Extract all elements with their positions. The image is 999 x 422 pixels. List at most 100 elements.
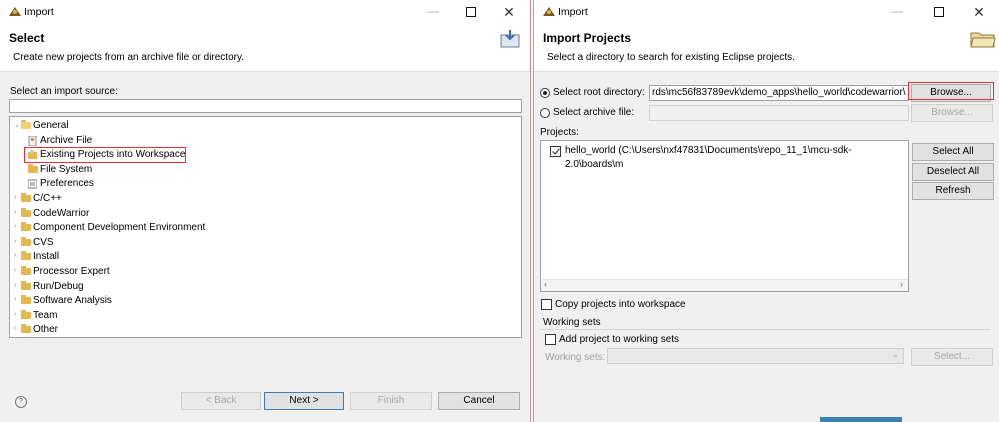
eclipse-import-icon [9,7,21,16]
collapse-chevron-icon[interactable]: › [14,296,16,303]
page-title: Import Projects [543,31,632,45]
window-title: Import [24,6,54,18]
minimize-button[interactable]: — [424,4,442,20]
tree-item[interactable]: ⌄ General [10,119,510,133]
title-bar: Import — ✕ [534,0,999,24]
root-directory-radio[interactable] [540,88,550,98]
expand-chevron-icon[interactable]: ⌄ [14,121,20,129]
add-working-sets-checkbox[interactable] [545,334,556,345]
archive-browse-button[interactable]: Browse... [911,104,993,122]
project-checkbox[interactable] [550,146,561,157]
tree-item[interactable]: › Software Analysis [10,294,510,308]
archive-file-label: Select archive file: [553,107,635,118]
tree-item-label: Existing Projects into Workspace [40,149,186,161]
projects-icon [28,150,37,160]
root-directory-input[interactable]: rds\mc56f83789evk\demo_apps\hello_world\… [649,85,909,101]
tree-item[interactable]: File System [10,163,510,177]
folder-icon [21,266,31,275]
collapse-chevron-icon[interactable]: › [14,223,16,230]
horizontal-scrollbar[interactable]: ‹ › [541,279,908,291]
import-source-tree[interactable]: ⌄ General Archive File Existing Projects in… [9,116,522,338]
copy-projects-label: Copy projects into workspace [555,299,686,310]
working-sets-combo[interactable]: ⌄ [607,348,904,364]
maximize-button[interactable] [462,4,480,20]
window-title: Import [558,6,588,18]
folder-icon [21,222,31,232]
scroll-right-arrow-icon[interactable]: › [900,279,903,289]
title-bar: Import — ✕ [0,0,530,24]
maximize-button[interactable] [930,4,948,20]
back-button[interactable]: < Back [181,392,261,410]
tree-item[interactable]: › CodeWarrior [10,207,510,221]
next-button[interactable]: Next > [264,392,344,410]
tree-item[interactable]: Existing Projects into Workspace [10,147,510,164]
finish-button-edge [820,417,902,422]
tree-item[interactable]: Archive File [10,134,510,148]
project-item-label: hello_world (C:\Users\nxf47831\Documents… [565,145,852,170]
collapse-chevron-icon[interactable]: › [14,325,16,332]
help-icon[interactable]: ? [15,396,27,408]
tree-item-label: Run/Debug [33,280,84,292]
close-button[interactable]: ✕ [970,4,988,20]
folder-icon [21,236,31,246]
tree-item-label: Component Development Environment [33,222,206,234]
archive-file-input[interactable] [649,105,909,121]
tree-item-label: C/C++ [33,193,62,204]
filter-input[interactable] [9,99,522,113]
preferences-icon [27,179,38,189]
archive-file-icon [28,135,37,147]
working-sets-group-label: Working sets [543,317,601,328]
collapse-chevron-icon[interactable]: › [14,311,16,318]
tree-item[interactable]: › C/C++ [10,192,510,206]
tree-item-label: General [33,120,69,131]
cancel-button[interactable]: Cancel [438,392,520,410]
root-directory-label: Select root directory: [553,87,645,98]
tree-item-label: File System [40,163,93,175]
collapse-chevron-icon[interactable]: › [14,252,16,259]
collapse-chevron-icon[interactable]: › [14,238,16,245]
import-banner-icon [500,30,520,48]
projects-list[interactable]: hello_world (C:\Users\nxf47831\Documents… [540,140,909,292]
tree-item-label: Archive File [40,134,93,146]
tree-item[interactable]: › Other [10,323,510,337]
tree-item-label: Team [33,309,58,321]
folder-icon [21,324,31,334]
tree-item[interactable]: › Run/Debug [10,280,510,294]
browse-button[interactable]: Browse... [911,84,991,102]
folder-icon [21,309,31,319]
collapse-chevron-icon[interactable]: › [14,267,16,274]
folder-icon [21,251,31,261]
collapse-chevron-icon[interactable]: › [14,194,16,201]
tree-item[interactable]: › Component Development Environment [10,221,510,235]
tree-item[interactable]: › CVS [10,236,510,250]
finish-button[interactable]: Finish [350,392,432,410]
scroll-left-arrow-icon[interactable]: ‹ [544,279,547,289]
page-title: Select [9,31,45,45]
chevron-down-icon: ⌄ [892,350,899,359]
deselect-all-button[interactable]: Deselect All [912,163,994,181]
tree-item[interactable]: › Install [10,250,510,264]
archive-file-radio[interactable] [540,108,550,118]
select-working-sets-button[interactable]: Select... [911,348,993,366]
refresh-button[interactable]: Refresh [912,182,994,200]
close-button[interactable]: ✕ [500,4,518,20]
wizard-header: Select Create new projects from an archi… [0,24,530,72]
tree-item[interactable]: › Processor Expert [10,265,510,279]
folder-icon [21,193,31,202]
select-all-button[interactable]: Select All [912,143,994,161]
import-wizard-left: Import — ✕ Select Create new projects fr… [0,0,531,422]
folder-icon [21,120,31,129]
collapse-chevron-icon[interactable]: › [14,209,16,216]
collapse-chevron-icon[interactable]: › [14,282,16,289]
minimize-button[interactable]: — [888,4,906,20]
tree-item[interactable]: Preferences [10,177,510,191]
wizard-header: Import Projects Select a directory to se… [534,24,999,72]
tree-item-label: Other [33,324,59,336]
copy-projects-checkbox[interactable] [541,299,552,310]
tree-item[interactable]: › Team [10,309,510,323]
tree-item-label: CVS [33,236,54,248]
source-label: Select an import source: [10,86,118,97]
folder-banner-icon [970,32,996,48]
folder-icon [28,163,38,173]
page-description: Create new projects from an archive file… [13,52,245,63]
